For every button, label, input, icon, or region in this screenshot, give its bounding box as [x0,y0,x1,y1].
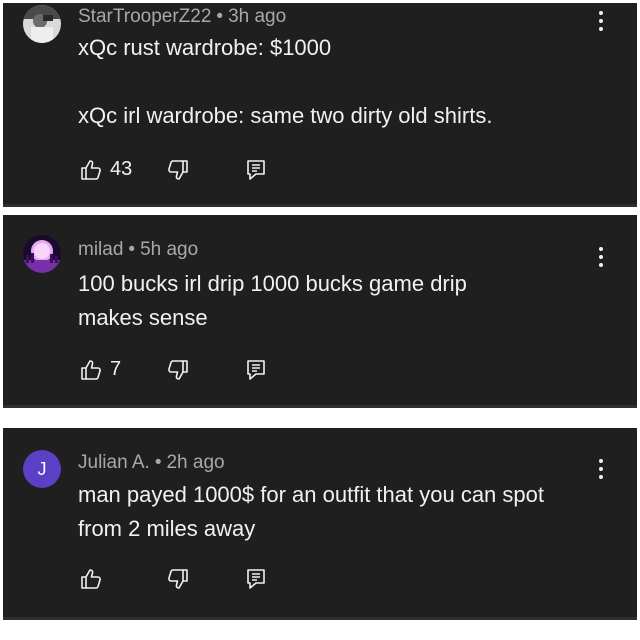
comment-header: Julian A. • 2h ago [78,452,225,474]
thumbs-up-icon[interactable] [80,159,102,181]
comment-header: StarTrooperZ22 • 3h ago [78,6,286,28]
comment-header: milad • 5h ago [78,239,198,261]
comment-author[interactable]: Julian A. [78,452,150,473]
comment-line: xQc irl wardrobe: same two dirty old shi… [78,103,493,128]
comment-time: 3h ago [228,6,287,27]
comment-actions: 43 [80,158,280,183]
thumbs-up-icon[interactable] [80,359,102,381]
more-vertical-icon[interactable] [595,246,607,268]
reply-comment-icon[interactable] [246,359,266,381]
comment-author[interactable]: StarTrooperZ22 [78,6,211,27]
comment-line: man payed 1000$ for an outfit that you c… [78,482,544,507]
avatar[interactable] [23,5,61,43]
avatar[interactable]: J [23,450,61,488]
comment-author[interactable]: milad [78,239,123,260]
user-photo-avatar-icon [23,5,61,43]
comment-card: StarTrooperZ22 • 3h ago xQc rust wardrobe:… [3,3,637,207]
purple-moon-city-avatar-icon [23,235,61,273]
more-vertical-icon[interactable] [595,458,607,480]
comment-line-blank [78,65,598,99]
comment-actions: 7 [80,358,280,383]
comment-text: xQc rust wardrobe: $1000 xQc irl wardrob… [78,31,598,133]
like-count: 7 [110,358,122,380]
comment-line: makes sense [78,305,208,330]
avatar[interactable] [23,235,61,273]
reply-comment-icon[interactable] [246,568,266,590]
comment-text: 100 bucks irl drip 1000 bucks game drip … [78,267,598,335]
comment-time: 5h ago [140,239,199,260]
like-count: 43 [110,158,133,180]
comment-card: milad • 5h ago 100 bucks irl drip 1000 buc… [3,215,637,408]
comment-line: xQc rust wardrobe: $1000 [78,35,332,60]
reply-comment-icon[interactable] [246,159,266,181]
comment-line: 100 bucks irl drip 1000 bucks game drip [78,271,467,296]
separator-dot: • [216,6,224,27]
comment-card: J Julian A. • 2h ago man payed 1000$ for a… [3,428,637,620]
separator-dot: • [154,452,162,473]
thumbs-up-icon[interactable] [80,568,102,590]
thumbs-down-icon[interactable] [167,359,189,381]
separator-dot: • [128,239,136,260]
comment-line: from 2 miles away [78,516,256,541]
thumbs-down-icon[interactable] [167,159,189,181]
thumbs-down-icon[interactable] [167,568,189,590]
comment-text: man payed 1000$ for an outfit that you c… [78,478,598,546]
more-vertical-icon[interactable] [595,10,607,32]
comment-time: 2h ago [166,452,225,473]
comment-actions [80,568,280,592]
